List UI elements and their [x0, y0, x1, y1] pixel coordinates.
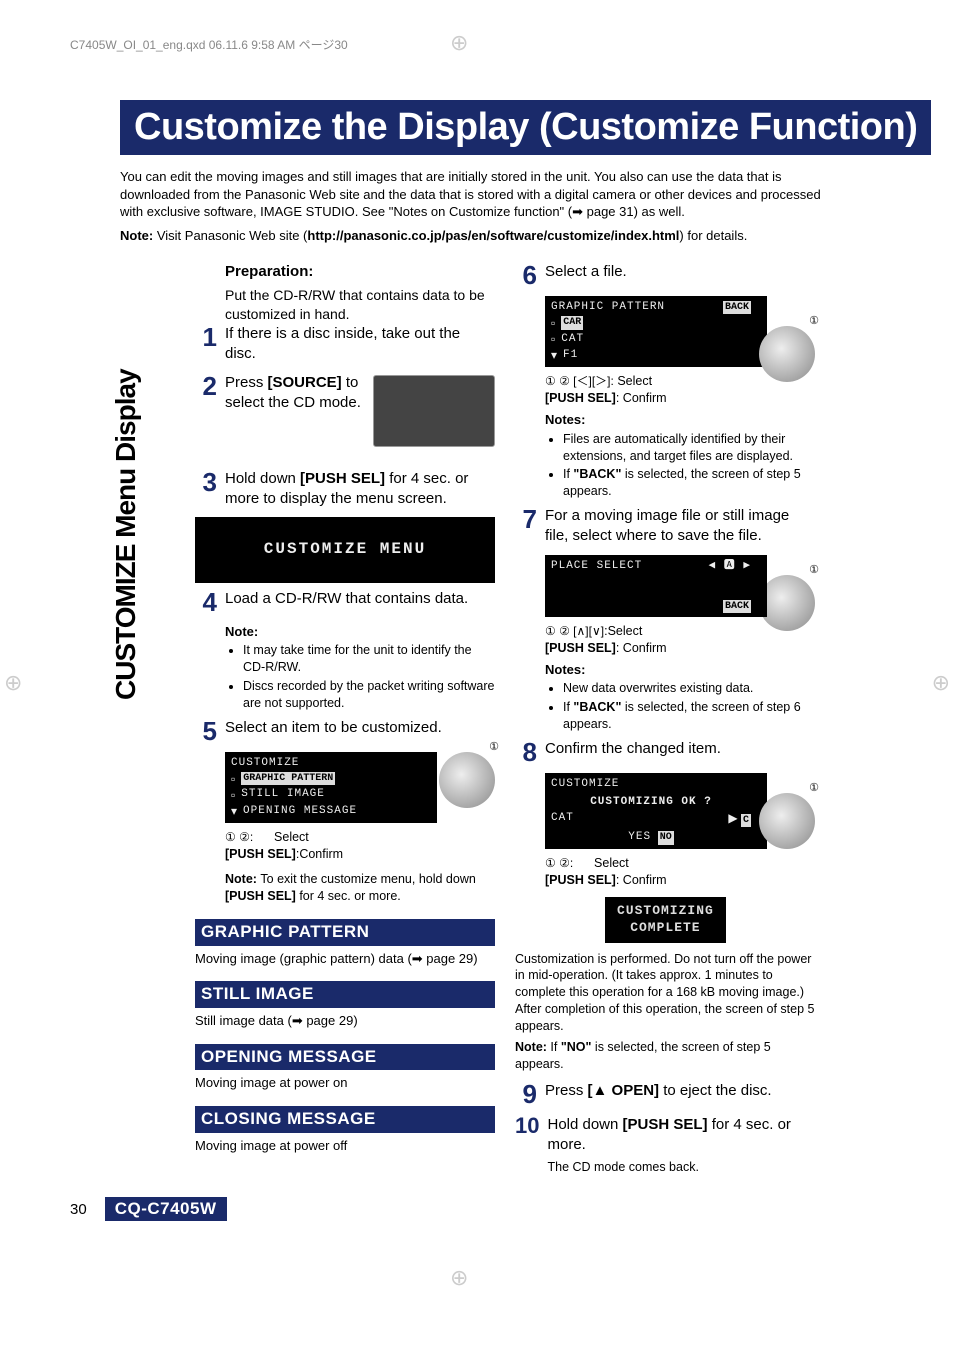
step-body: Press [▲ OPEN] to eject the disc. [545, 1081, 815, 1107]
step-number: 3 [195, 469, 217, 510]
step-2: 2 Press [SOURCE] to select the CD mode. [195, 373, 495, 449]
section-closing-message: CLOSING MESSAGE [195, 1106, 495, 1133]
right-column: 6 Select a file. GRAPHIC PATTERN BACK ▫C… [515, 262, 815, 1184]
note-bullet: If "BACK" is selected, the screen of ste… [563, 466, 815, 500]
step-body: Hold down [PUSH SEL] for 4 sec. or more … [225, 469, 495, 510]
registration-mark: ⊕ [4, 670, 22, 696]
step-number: 2 [195, 373, 217, 449]
section-body: Still image data (➡ page 29) [195, 1012, 495, 1030]
knob-icon [759, 793, 815, 849]
step-8-paragraph: Customization is performed. Do not turn … [515, 951, 815, 1035]
section-body: Moving image (graphic pattern) data (➡ p… [195, 950, 495, 968]
step-8-note: Note: If "NO" is selected, the screen of… [515, 1039, 815, 1073]
intro-text: You can edit the moving images and still… [120, 168, 839, 244]
step-5: 5 Select an item to be customized. [195, 718, 495, 744]
step-6: 6 Select a file. [515, 262, 815, 288]
device-illustration [373, 375, 495, 447]
preparation-block: Preparation: Put the CD-R/RW that contai… [225, 262, 495, 324]
step-5-controls: ① ②: Select [PUSH SEL]:Confirm [225, 829, 495, 863]
step-body: Confirm the changed item. [545, 739, 815, 765]
step-body: Load a CD-R/RW that contains data. [225, 589, 495, 615]
step-number: 4 [195, 589, 217, 615]
side-tab-label: CUSTOMIZE Menu Display [110, 369, 142, 700]
step-3: 3 Hold down [PUSH SEL] for 4 sec. or mor… [195, 469, 495, 510]
step-body: Select an item to be customized. [225, 718, 495, 744]
step-body: Select a file. [545, 262, 815, 288]
section-opening-message: OPENING MESSAGE [195, 1044, 495, 1071]
step-4: 4 Load a CD-R/RW that contains data. [195, 589, 495, 615]
registration-mark: ⊕ [450, 30, 468, 56]
knob-icon [759, 326, 815, 382]
step-number: 6 [515, 262, 537, 288]
step-number: 9 [515, 1081, 537, 1107]
step-body: Hold down [PUSH SEL] for 4 sec. or more.… [547, 1115, 815, 1176]
knob-icon [439, 752, 495, 808]
step-number: 1 [195, 324, 217, 365]
step-1: 1 If there is a disc inside, take out th… [195, 324, 495, 365]
step-body: Press [SOURCE] to select the CD mode. [225, 373, 495, 449]
step-8-controls: ① ②: Select [PUSH SEL]: Confirm [545, 855, 815, 889]
back-button: BACK [723, 301, 751, 315]
lcd-customize-list: CUSTOMIZE ▫GRAPHIC PATTERN ▫STILL IMAGE … [225, 752, 437, 823]
step-number: 10 [515, 1115, 539, 1176]
step-7: 7 For a moving image file or still image… [515, 506, 815, 547]
footer: 30 CQ-C7405W [70, 1197, 227, 1221]
step-body: For a moving image file or still image f… [545, 506, 815, 547]
note-bullet: It may take time for the unit to identif… [243, 642, 495, 676]
intro-note: Note: Visit Panasonic Web site (http://p… [120, 227, 839, 245]
step-number: 5 [195, 718, 217, 744]
page-number: 30 [70, 1201, 87, 1218]
section-graphic-pattern: GRAPHIC PATTERN [195, 919, 495, 946]
lcd-confirm: CUSTOMIZE CUSTOMIZING OK ? CAT ▶ C YES N… [545, 773, 767, 849]
step-body: If there is a disc inside, take out the … [225, 324, 495, 365]
knob-icon [759, 575, 815, 631]
note-bullet: If "BACK" is selected, the screen of ste… [563, 699, 815, 733]
preparation-label: Preparation: [225, 262, 495, 282]
note-label: Note: [120, 228, 157, 243]
step-10: 10 Hold down [PUSH SEL] for 4 sec. or mo… [515, 1115, 815, 1176]
section-body: Moving image at power on [195, 1074, 495, 1092]
left-column: Preparation: Put the CD-R/RW that contai… [195, 262, 495, 1157]
step-8: 8 Confirm the changed item. [515, 739, 815, 765]
note-bullet: Files are automatically identified by th… [563, 431, 815, 465]
step-4-notes: Note: It may take time for the unit to i… [225, 623, 495, 712]
lcd-complete-badge: CUSTOMIZINGCOMPLETE [605, 897, 726, 943]
back-button: BACK [723, 600, 751, 614]
lcd-place-select: PLACE SELECT ◀ 🅰 ▶ BACK [545, 555, 767, 617]
section-still-image: STILL IMAGE [195, 981, 495, 1008]
title-wrap: Customize the Display (Customize Functio… [120, 100, 931, 155]
note-bullet: New data overwrites existing data. [563, 680, 815, 697]
lcd-customize-menu: CUSTOMIZE MENU [195, 517, 495, 583]
step-number: 8 [515, 739, 537, 765]
model-badge: CQ-C7405W [105, 1197, 227, 1221]
page: C7405W_OI_01_eng.qxd 06.11.6 9:58 AM ページ… [0, 0, 954, 1351]
step-5-note: Note: To exit the customize menu, hold d… [225, 871, 495, 905]
intro-url: http://panasonic.co.jp/pas/en/software/c… [307, 228, 679, 243]
section-body: Moving image at power off [195, 1137, 495, 1155]
note-bullet: Discs recorded by the packet writing sof… [243, 678, 495, 712]
print-header: C7405W_OI_01_eng.qxd 06.11.6 9:58 AM ページ… [70, 36, 348, 53]
step-number: 7 [515, 506, 537, 547]
intro-paragraph: You can edit the moving images and still… [120, 168, 839, 221]
step-9: 9 Press [▲ OPEN] to eject the disc. [515, 1081, 815, 1107]
preparation-body: Put the CD-R/RW that contains data to be… [225, 286, 495, 324]
registration-mark: ⊕ [932, 670, 950, 696]
page-title: Customize the Display (Customize Functio… [120, 100, 931, 155]
registration-mark: ⊕ [450, 1265, 468, 1291]
lcd-file-list: GRAPHIC PATTERN BACK ▫CAR ▫CAT ▾F1 [545, 296, 767, 367]
